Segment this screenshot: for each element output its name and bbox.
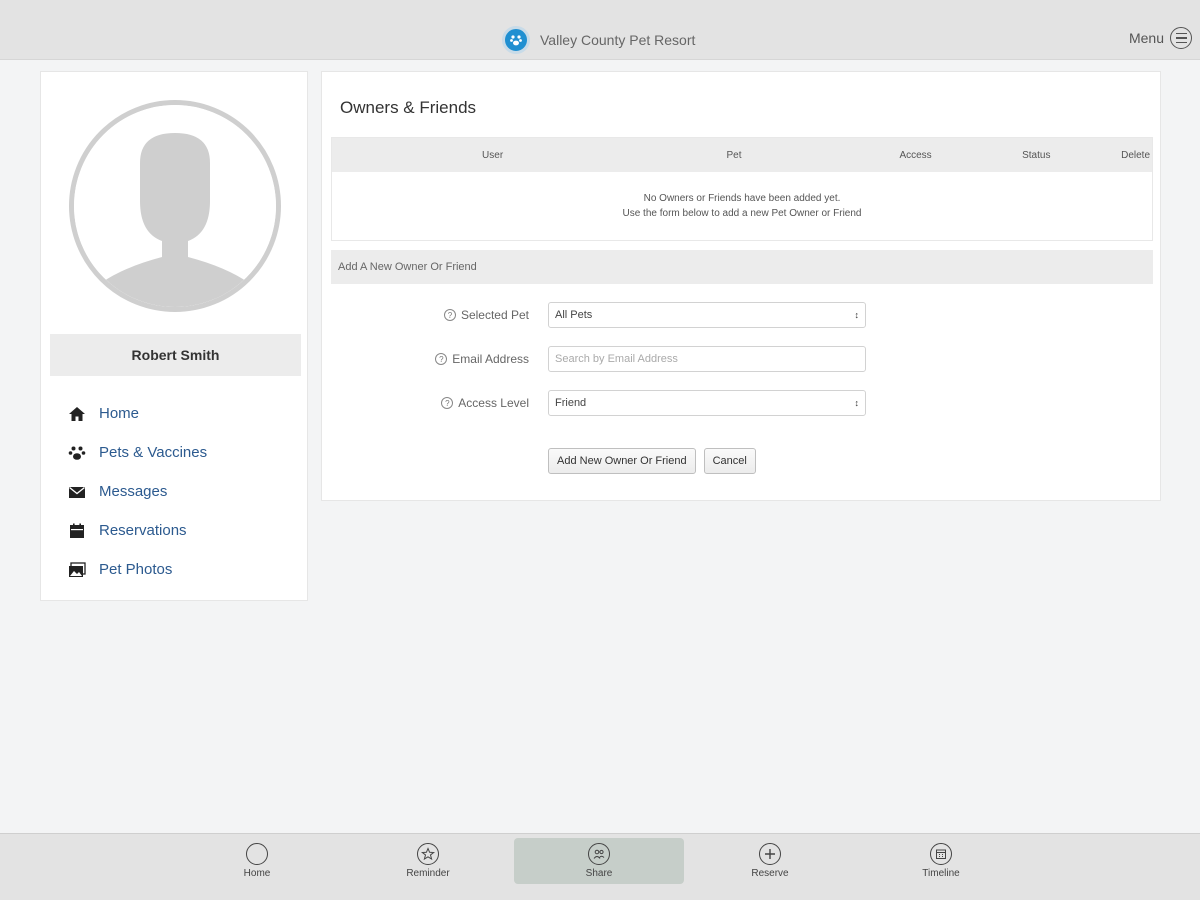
add-owner-section-title: Add A New Owner Or Friend [331, 250, 1153, 284]
table-header: User Pet Access Status Delete [332, 138, 1152, 172]
tab-label: Home [243, 868, 271, 879]
empty-message-line1: No Owners or Friends have been added yet… [643, 193, 841, 204]
tab-share[interactable]: Share [514, 838, 684, 884]
sidebar-item-label: Pets & Vaccines [99, 444, 208, 461]
home-circle-icon [246, 843, 268, 865]
column-header-access: Access [899, 149, 932, 161]
info-icon[interactable]: ? [441, 397, 454, 409]
empty-message-line2: Use the form below to add a new Pet Owne… [622, 208, 862, 219]
star-icon [417, 843, 439, 865]
owners-friends-panel: Owners & Friends User Pet Access Status … [321, 71, 1161, 501]
sidebar-item-reservations[interactable]: Reservations [67, 511, 207, 550]
menu-button[interactable]: Menu [1129, 24, 1192, 52]
sidebar-item-label: Home [99, 405, 140, 422]
tab-label: Timeline [922, 868, 960, 879]
sidebar-item-home[interactable]: Home [67, 394, 207, 433]
top-bar: Valley County Pet Resort Menu [0, 0, 1200, 60]
tab-reserve[interactable]: Reserve [685, 838, 855, 884]
info-icon[interactable]: ? [443, 309, 456, 321]
sidebar-item-label: Reservations [99, 522, 187, 539]
paw-icon [67, 443, 87, 463]
share-icon [588, 843, 610, 865]
home-icon [67, 404, 87, 424]
email-field[interactable]: Search by Email Address [548, 346, 866, 372]
column-header-pet: Pet [726, 149, 742, 161]
plus-icon [759, 843, 781, 865]
menu-label: Menu [1128, 30, 1164, 46]
tab-home[interactable]: Home [172, 838, 342, 884]
hamburger-icon [1170, 27, 1192, 49]
page-title: Owners & Friends [340, 98, 477, 117]
profile-panel: Robert Smith Home Pets & Vaccines Messag… [40, 71, 308, 601]
table-empty-state: No Owners or Friends have been added yet… [332, 172, 1152, 240]
sidebar-nav: Home Pets & Vaccines Messages Reservatio… [67, 394, 207, 589]
tab-timeline[interactable]: Timeline [856, 838, 1026, 884]
envelope-icon [67, 482, 87, 502]
app-title: Valley County Pet Resort [540, 32, 696, 48]
photos-icon [67, 560, 87, 580]
access-level-select[interactable]: Friend ↕ [548, 390, 866, 416]
access-level-label: Access Level [458, 396, 529, 410]
tab-label: Share [585, 868, 613, 879]
tab-label: Reminder [406, 868, 450, 879]
user-silhouette-icon [69, 100, 281, 312]
calendar-icon [67, 521, 87, 541]
selected-pet-select[interactable]: All Pets ↕ [548, 302, 866, 328]
profile-name: Robert Smith [50, 334, 301, 376]
sidebar-item-pets-vaccines[interactable]: Pets & Vaccines [67, 433, 207, 472]
email-row: ? Email Address Search by Email Address [322, 346, 1162, 372]
sidebar-item-pet-photos[interactable]: Pet Photos [67, 550, 207, 589]
paw-logo-icon [502, 26, 530, 54]
bottom-tab-bar: Home Reminder Share Reserve Timeline [0, 833, 1200, 900]
selected-pet-label: Selected Pet [460, 308, 529, 322]
selected-pet-row: ? Selected Pet All Pets ↕ [322, 302, 1162, 328]
access-level-label-wrap: ? Access Level [322, 396, 529, 410]
info-icon[interactable]: ? [435, 353, 448, 365]
sidebar-item-label: Messages [99, 483, 168, 500]
owners-table: User Pet Access Status Delete No Owners … [331, 137, 1153, 241]
tab-reminder[interactable]: Reminder [343, 838, 513, 884]
email-label-wrap: ? Email Address [322, 352, 529, 366]
selected-pet-label-wrap: ? Selected Pet [322, 308, 529, 322]
brand[interactable]: Valley County Pet Resort [502, 26, 695, 54]
form-actions: Add New Owner Or Friend Cancel [548, 448, 756, 474]
column-header-user: User [482, 149, 504, 161]
column-header-delete: Delete [1121, 149, 1150, 161]
column-header-status: Status [1022, 149, 1051, 161]
selected-pet-value: All Pets [555, 309, 593, 321]
email-label: Email Address [452, 352, 529, 366]
add-owner-button[interactable]: Add New Owner Or Friend [548, 448, 696, 474]
select-arrows-icon: ↕ [854, 398, 860, 408]
cancel-button[interactable]: Cancel [703, 448, 756, 474]
access-level-row: ? Access Level Friend ↕ [322, 390, 1162, 416]
tab-label: Reserve [751, 868, 789, 879]
access-level-value: Friend [555, 397, 587, 409]
sidebar-item-messages[interactable]: Messages [67, 472, 207, 511]
select-arrows-icon: ↕ [854, 310, 860, 320]
sidebar-item-label: Pet Photos [99, 561, 173, 578]
timeline-icon [930, 843, 952, 865]
